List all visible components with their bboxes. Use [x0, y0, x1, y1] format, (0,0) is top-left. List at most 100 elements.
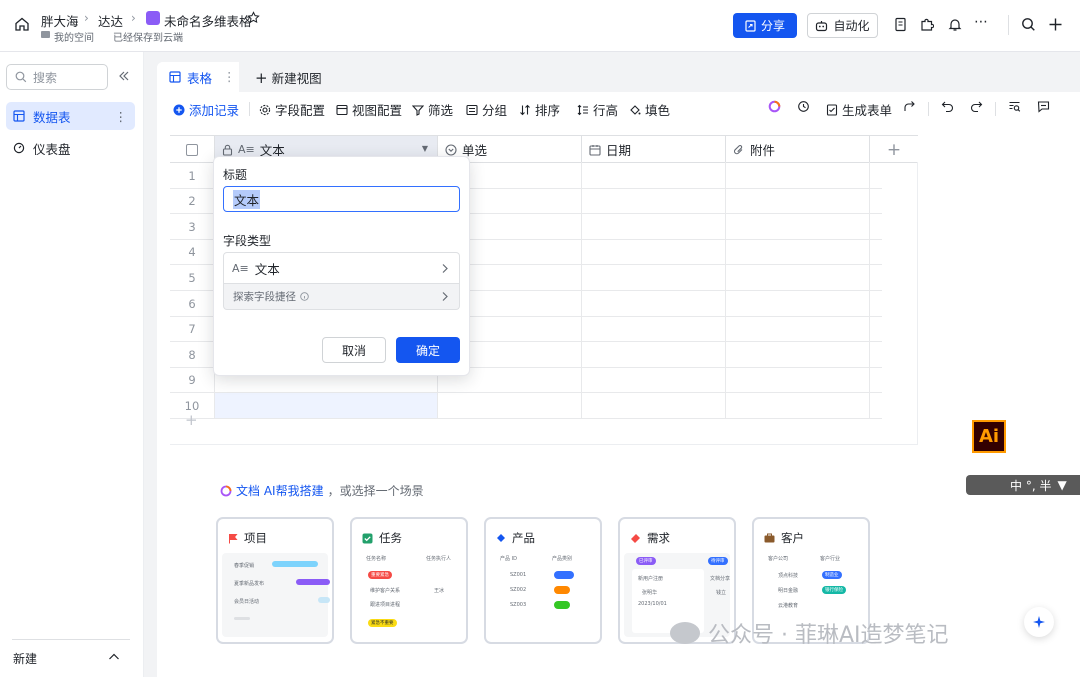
more-vertical-icon[interactable]: ⋮	[223, 69, 236, 84]
group-icon	[466, 104, 478, 116]
preview-tag	[554, 571, 574, 579]
view-config-button[interactable]: 视图配置	[336, 100, 402, 119]
tab-table-view[interactable]: 表格 ⋮	[157, 62, 239, 92]
gantt-bar	[296, 579, 330, 585]
column-header-attachment[interactable]: 附件	[726, 136, 870, 163]
new-view-button[interactable]: + 新建视图	[255, 68, 322, 87]
caret-down-icon[interactable]: ▼	[422, 144, 428, 153]
add-row-button[interactable]: +	[185, 411, 198, 429]
scenario-card-task[interactable]: 任务 任务名称 任务执行人 重要紧急 维护客户关系 王冰 跟进项目进程 紧急不重…	[350, 517, 468, 644]
preview-text: 会员日活动	[234, 599, 260, 605]
divider	[249, 102, 250, 116]
preview-text: 产品类别	[552, 556, 573, 562]
find-icon[interactable]	[1008, 100, 1021, 113]
star-icon[interactable]	[247, 11, 260, 24]
group-label: 分组	[482, 103, 508, 118]
divider	[12, 639, 130, 640]
share-button[interactable]: 分享	[733, 13, 797, 38]
add-column-button[interactable]: +	[870, 136, 918, 163]
watermark-text: 公众号 · 菲琳AI造梦笔记	[708, 623, 949, 648]
ai-ring-icon[interactable]	[768, 100, 781, 113]
preview-text: 客户公司	[768, 556, 789, 562]
search-placeholder: 搜索	[33, 70, 58, 85]
generate-form-button[interactable]: 生成表单	[826, 100, 892, 119]
doc-title[interactable]: 未命名多维表格	[164, 11, 252, 30]
filter-icon	[412, 104, 424, 116]
table-icon	[13, 110, 25, 122]
more-icon[interactable]: ⋯	[974, 14, 989, 30]
watermark: 公众号 · 菲琳AI造梦笔记	[670, 617, 949, 649]
plus-icon[interactable]	[1048, 17, 1063, 32]
fill-color-button[interactable]: 填色	[629, 100, 670, 119]
more-vertical-icon[interactable]: ⋮	[115, 109, 128, 124]
undo-icon[interactable]	[941, 100, 954, 113]
ai-assistant-button[interactable]	[1024, 607, 1054, 637]
filter-button[interactable]: 筛选	[412, 100, 453, 119]
sidebar-item-label: 数据表	[33, 109, 71, 125]
comment-icon[interactable]	[1037, 100, 1050, 113]
home-icon[interactable]	[14, 16, 30, 32]
paint-bucket-icon	[629, 104, 641, 116]
plugin-icon[interactable]	[920, 17, 934, 32]
collapse-sidebar-icon[interactable]	[118, 70, 130, 82]
search-icon	[15, 71, 27, 83]
table-row[interactable]: 10	[170, 393, 882, 419]
field-type-select[interactable]: A≡ 文本	[223, 252, 460, 284]
preview-tag	[554, 586, 570, 594]
preview-tag	[554, 601, 570, 609]
breadcrumb-item-1[interactable]: 胖大海	[41, 11, 79, 30]
sort-button[interactable]: 排序	[519, 100, 560, 119]
chevron-right-icon	[441, 291, 449, 302]
group-button[interactable]: 分组	[466, 100, 507, 119]
space-label[interactable]: 我的空间	[54, 29, 94, 44]
breadcrumb-item-2[interactable]: 达达	[98, 11, 123, 30]
chevron-right-icon: ›	[131, 11, 136, 25]
preview-text: SZ002	[510, 587, 527, 593]
add-record-label: 添加记录	[189, 103, 240, 118]
history-icon[interactable]	[797, 100, 810, 113]
automation-button[interactable]: 自动化	[807, 13, 878, 38]
preview-text: 跟进项目进程	[370, 602, 401, 608]
cancel-button[interactable]: 取消	[322, 337, 386, 363]
row-height-button[interactable]: 行高	[577, 100, 618, 119]
chevron-right-icon	[441, 263, 449, 274]
redo-icon[interactable]	[970, 100, 983, 113]
field-type-value: 文本	[254, 261, 280, 277]
confirm-button[interactable]: 确定	[396, 337, 460, 363]
select-all-checkbox[interactable]	[170, 136, 215, 163]
table-icon	[169, 71, 181, 83]
filter-label: 筛选	[428, 103, 454, 118]
search-input[interactable]: 搜索	[6, 64, 108, 90]
card-preview: 产品 ID 产品类别 SZ001 SZ002 SZ003	[490, 553, 596, 637]
add-record-button[interactable]: 添加记录	[173, 100, 239, 119]
preview-text: 钱立	[716, 590, 727, 596]
field-title-input[interactable]: 文本	[223, 186, 460, 212]
explore-field-shortcuts[interactable]: 探索字段捷径	[223, 284, 460, 310]
new-button[interactable]: 新建	[13, 650, 37, 667]
sidebar-item-dashboard[interactable]: 仪表盘	[6, 134, 135, 162]
column-header-date[interactable]: 日期	[582, 136, 726, 163]
shirt-icon: ▼	[1057, 478, 1067, 492]
bell-icon[interactable]	[948, 17, 962, 32]
search-icon[interactable]	[1021, 17, 1036, 32]
field-config-button[interactable]: 字段配置	[259, 100, 325, 119]
generate-form-label: 生成表单	[842, 103, 893, 118]
ime-toolbar[interactable]: 中 °, 半 ▼	[966, 475, 1080, 495]
selected-cell[interactable]	[215, 393, 437, 419]
form-icon	[826, 103, 838, 116]
row-number: 6	[188, 296, 196, 311]
top-bar: 胖大海 › 达达 › 未命名多维表格 我的空间 已经保存到云端 分享 自动化 ⋯	[0, 0, 1080, 52]
gantt-bar	[318, 597, 330, 603]
grid-line	[869, 162, 870, 418]
ai-build-link[interactable]: 文档 AI帮我搭建	[236, 482, 324, 499]
preview-tag: 重要紧急	[368, 571, 392, 579]
gantt-bar	[272, 561, 318, 567]
scenario-card-product[interactable]: 产品 产品 ID 产品类别 SZ001 SZ002 SZ003	[484, 517, 602, 644]
sidebar-item-datatable[interactable]: 数据表 ⋮	[6, 102, 135, 130]
illustrator-app-icon[interactable]: Ai	[972, 420, 1006, 453]
briefcase-icon	[764, 533, 775, 543]
chevron-up-icon[interactable]	[108, 652, 120, 662]
scenario-card-project[interactable]: 项目 春季促销 夏季新品发布 会员日活动	[216, 517, 334, 644]
docs-icon[interactable]	[894, 17, 908, 32]
share-arrow-icon[interactable]	[903, 100, 916, 113]
